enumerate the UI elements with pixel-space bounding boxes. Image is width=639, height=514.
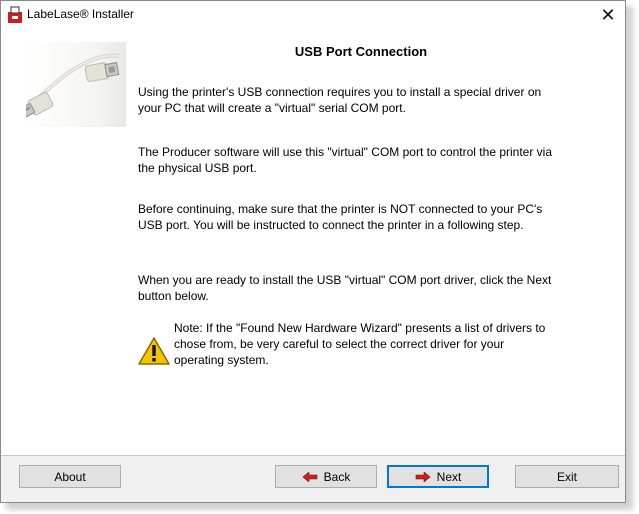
exit-button[interactable]: Exit [515, 465, 619, 488]
page-heading: USB Port Connection [294, 44, 428, 59]
paragraph-ready-to-install: When you are ready to install the USB "v… [138, 273, 552, 303]
driver-selection-note: Note: If the "Found New Hardware Wizard"… [174, 321, 546, 367]
arrow-right-icon [415, 471, 431, 482]
about-button[interactable]: About [19, 465, 121, 488]
next-button-label: Next [436, 469, 462, 484]
close-icon: ✕ [600, 5, 616, 25]
warning-icon [138, 337, 170, 365]
arrow-left-icon [302, 471, 317, 482]
footer-separator [1, 455, 625, 456]
close-button[interactable]: ✕ [591, 1, 625, 30]
paragraph-usb-driver: Using the printer's USB connection requi… [138, 85, 542, 115]
content-area: USB Port Connection Using the printer's … [1, 30, 625, 455]
title-bar: LabeLase® Installer ✕ [1, 1, 625, 30]
exit-button-label: Exit [556, 469, 577, 484]
installer-window: LabeLase® Installer ✕ USB Port Connectio… [0, 0, 626, 503]
back-button-label: Back [323, 469, 351, 484]
about-button-label: About [54, 469, 86, 484]
paragraph-virtual-com: The Producer software will use this "vir… [138, 145, 553, 175]
window-title: LabeLase® Installer [27, 7, 134, 21]
paragraph-before-continuing: Before continuing, make sure that the pr… [138, 202, 543, 232]
next-button[interactable]: Next [387, 465, 489, 488]
labelase-app-icon [8, 6, 22, 23]
usb-cable-image [26, 42, 126, 127]
back-button[interactable]: Back [275, 465, 377, 488]
